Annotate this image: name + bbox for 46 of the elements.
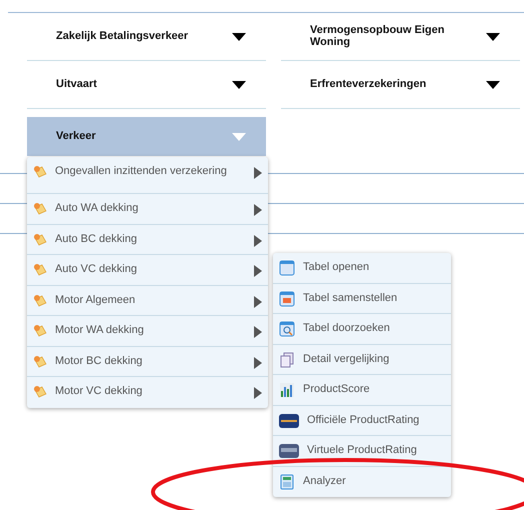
submenu-item[interactable]: Motor WA dekking (27, 316, 268, 346)
calculator-icon (279, 474, 295, 490)
arrow-right-icon (254, 296, 262, 308)
menu-item[interactable]: Tabel openen (273, 253, 451, 284)
menu-item[interactable]: Officiële ProductRating (273, 406, 451, 436)
arrow-right-icon (254, 167, 262, 179)
submenu-item[interactable]: Auto VC dekking (27, 255, 268, 286)
submenu-item[interactable]: Motor VC dekking (27, 377, 268, 408)
submenu-item[interactable]: Ongevallen inzittenden verzekering (27, 157, 268, 194)
menu-item[interactable]: Virtuele ProductRating (273, 436, 451, 466)
menu-item[interactable]: ProductScore (273, 375, 451, 406)
rating-badge-icon (279, 412, 299, 428)
note-icon (33, 232, 47, 246)
submenu-item[interactable]: Auto BC dekking (27, 224, 268, 255)
arrow-right-icon (254, 326, 262, 338)
arrow-right-icon (254, 356, 262, 368)
caret-down-icon (232, 32, 246, 40)
window-search-icon (279, 321, 295, 337)
submenu-item[interactable]: Motor BC dekking (27, 346, 268, 377)
arrow-right-icon (254, 204, 262, 216)
arrow-right-icon (254, 234, 262, 246)
submenu-item[interactable]: Motor Algemeen (27, 286, 268, 316)
window-icon (279, 290, 295, 306)
caret-down-icon (486, 32, 500, 40)
note-icon (33, 262, 47, 276)
menu-item[interactable]: Tabel samenstellen (273, 284, 451, 314)
menu-item[interactable]: Analyzer (273, 466, 451, 497)
window-icon (279, 260, 295, 276)
caret-down-icon (232, 132, 246, 140)
documents-icon (279, 352, 295, 368)
note-icon (33, 292, 47, 306)
menu-item[interactable]: Tabel doorzoeken (273, 314, 451, 344)
submenu-item[interactable]: Auto WA dekking (27, 194, 268, 224)
note-icon (33, 384, 47, 398)
category-tab[interactable]: Verkeer (27, 117, 266, 156)
note-icon (33, 323, 47, 337)
bar-chart-icon (279, 382, 295, 398)
caret-down-icon (232, 80, 246, 88)
note-icon (33, 201, 47, 215)
arrow-right-icon (254, 265, 262, 277)
note-icon (33, 354, 47, 368)
arrow-right-icon (254, 387, 262, 399)
note-icon (33, 164, 47, 178)
menu-item[interactable]: Detail vergelijking (273, 344, 451, 375)
rating-badge-icon (279, 443, 299, 459)
caret-down-icon (486, 80, 500, 88)
